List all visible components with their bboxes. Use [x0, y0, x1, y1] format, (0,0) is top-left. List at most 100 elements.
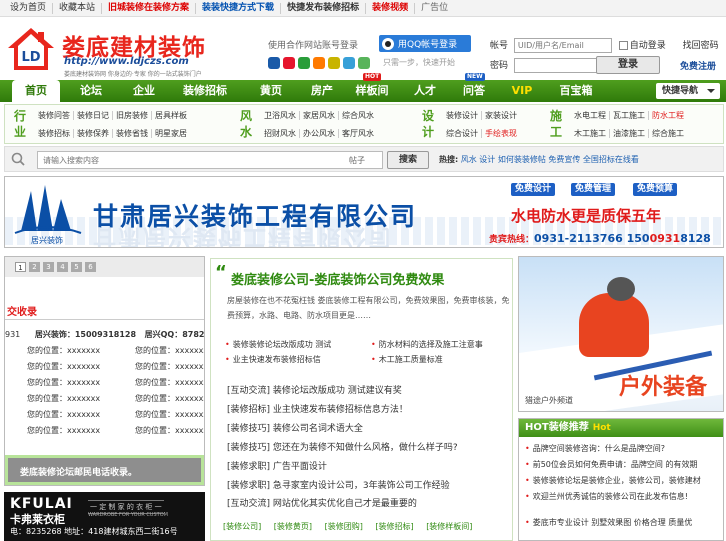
hot-recommend-item[interactable]: 前50位会员如何免费申请：品牌空间 的有效期 — [525, 459, 698, 470]
category-link[interactable]: 家装设计 — [482, 111, 520, 120]
category-link[interactable]: 综合施工 — [649, 129, 687, 138]
hot-recommend-item[interactable]: 娄底市专业设计 别墅效果图 价格合理 质量优 — [525, 517, 693, 528]
category-link[interactable]: 水电工程 — [571, 111, 610, 120]
headline-bullet[interactable]: 木工施工质量标准 — [371, 354, 443, 365]
category-link[interactable]: 装修保养 — [74, 129, 113, 138]
slider-page[interactable]: 3 — [43, 262, 54, 272]
nav-item-realestate[interactable]: 房产 — [298, 80, 346, 102]
category-link[interactable]: 旧房装修 — [113, 111, 152, 120]
slider-page[interactable]: 5 — [71, 262, 82, 272]
search-scope-select[interactable]: 帖子 — [349, 155, 365, 166]
category-links: 装修设计 家装设计 综合设计 手绘表现 — [443, 107, 520, 143]
register-link[interactable]: 免费注册 — [680, 59, 716, 72]
qzone-icon[interactable] — [343, 57, 355, 69]
site-logo[interactable]: LD 娄底建材装饰 http://www.ldjczs.com 娄底建材装饰网 … — [6, 26, 216, 78]
account-label: 帐号 — [490, 41, 509, 51]
hot-recommend-item[interactable]: 装修装修论坛是装修企业，装修公司，装修建材 — [525, 475, 701, 486]
category-link[interactable]: 防水工程 — [649, 111, 687, 120]
tag-link[interactable]: [装修招标] — [375, 522, 413, 531]
nav-item-showroom[interactable]: HOT 样板间 — [346, 73, 398, 102]
category-link[interactable]: 办公风水 — [300, 129, 339, 138]
topbar-promo-link-3[interactable]: 快捷发布装修招标 — [281, 2, 367, 14]
quick-nav-dropdown[interactable]: 快捷导航 — [656, 83, 720, 99]
account-input[interactable] — [513, 38, 612, 53]
slider-caption[interactable]: 娄底装修论坛邮民电话收录。 — [5, 455, 204, 485]
slider-page[interactable]: 4 — [57, 262, 68, 272]
news-item[interactable]: [互动交流] 网站优化其实优化自己才是最重要的 — [227, 496, 417, 509]
company-banner-ad[interactable]: 居兴装饰 甘肃居兴装饰工程有限公司 甘肃居兴装饰工程有限公司 免费设计 免费管理… — [4, 176, 724, 248]
category-link[interactable]: 综合风水 — [339, 111, 377, 120]
category-link[interactable]: 客厅风水 — [339, 129, 377, 138]
news-item[interactable]: [装修招标] 业主快速发布装修招标信息方法！ — [227, 402, 408, 415]
tag-link[interactable]: [装修黄页] — [274, 522, 312, 531]
qq-login-label: 用QQ帐号登录 — [398, 40, 458, 50]
news-item[interactable]: [装修技巧] 您还在为装修不知做什么风格，做什么样子吗? — [227, 440, 458, 453]
nav-item-vip[interactable]: VIP — [496, 80, 548, 102]
headline-title[interactable]: 娄底装修公司-娄底装饰公司免费效果 — [231, 269, 444, 288]
topbar-promo-link-2[interactable]: 装装快捷方式下载 — [196, 2, 282, 14]
weibo-icon[interactable] — [283, 57, 295, 69]
search-input[interactable] — [37, 151, 383, 169]
category-link[interactable]: 装修省钱 — [113, 129, 152, 138]
nav-item-home[interactable]: 首页 — [12, 80, 60, 102]
outdoor-gear-ad[interactable]: 户外装备 猎途户外频道 — [518, 256, 724, 412]
category-link[interactable]: 装修日记 — [74, 111, 113, 120]
topbar-ad-link[interactable]: 广告位 — [415, 3, 454, 14]
hot-recommend-item[interactable]: 欢迎兰州优秀诚信的装修公司在此发布信息! — [525, 491, 688, 502]
nav-item-yellowpages[interactable]: 黄页 — [244, 80, 298, 102]
nav-item-forum[interactable]: 论坛 — [60, 80, 122, 102]
forgot-password-link[interactable]: 找回密码 — [683, 41, 719, 51]
news-item[interactable]: [装修技巧] 装修公司名词术语大全 — [227, 421, 363, 434]
renren-icon[interactable] — [268, 57, 280, 69]
category-link[interactable]: 装修招标 — [35, 129, 74, 138]
hot-search-terms[interactable]: 风水 设计 如何装装修帖 免费宣传 全国招标在线看 — [461, 155, 639, 164]
taobao-icon[interactable] — [313, 57, 325, 69]
category-link[interactable]: 瓦工施工 — [610, 111, 649, 120]
search-bar: 帖子 搜索 热搜: 风水 设计 如何装装修帖 免费宣传 全国招标在线看 — [4, 146, 724, 172]
bookmark-link[interactable]: 收藏本站 — [53, 2, 103, 14]
headline-bullet[interactable]: 装修装修论坛改版成功 测试 — [225, 339, 332, 350]
nav-item-tender[interactable]: 装修招标 — [166, 80, 244, 102]
slider-page[interactable]: 1 — [15, 262, 26, 272]
news-item[interactable]: [互动交流] 装修论坛改版成功 测试建议有奖 — [227, 383, 402, 396]
nav-item-toolbox[interactable]: 百宝箱 — [548, 80, 604, 102]
nav-item-talent[interactable]: 人才 — [398, 80, 452, 102]
category-link[interactable]: 卫浴风水 — [261, 111, 300, 120]
slider-page[interactable]: 6 — [85, 262, 96, 272]
category-link[interactable]: 装修设计 — [443, 111, 482, 120]
set-homepage-link[interactable]: 设为首页 — [4, 2, 54, 14]
logo-url: http://www.ldjczs.com — [64, 56, 189, 67]
search-button[interactable]: 搜索 — [387, 151, 429, 169]
wardrobe-ad[interactable]: KFULAI 卡弗莱衣柜 一 定 制 家 的 衣 柜 一 WARDROBE FO… — [4, 492, 205, 541]
news-item[interactable]: [装修求职] 广告平面设计 — [227, 459, 327, 472]
qq-login-button[interactable]: 用QQ帐号登录 — [379, 35, 471, 52]
nav-item-qa[interactable]: NEW 问答 — [452, 73, 496, 102]
category-link[interactable]: 手绘表现 — [482, 129, 520, 138]
headline-bullet[interactable]: 业主快速发布装修招标信 — [225, 354, 321, 365]
kaixin-icon[interactable] — [328, 57, 340, 69]
tag-link[interactable]: [装修团购] — [325, 522, 363, 531]
location-text: 您的位置：xxxxxxx — [27, 378, 101, 387]
slider-page[interactable]: 2 — [29, 262, 40, 272]
headline-bullet[interactable]: 防水材料的选择及施工注意事 — [371, 339, 483, 350]
login-button[interactable]: 登录 — [596, 56, 660, 74]
hot-recommend-item[interactable]: 品牌空间装修咨询：什么是品牌空间? — [525, 443, 665, 454]
douban-icon[interactable] — [298, 57, 310, 69]
topbar-video-link[interactable]: 装修视频 — [366, 2, 416, 14]
nav-item-company[interactable]: 企业 — [122, 80, 166, 102]
category-link[interactable]: 招财风水 — [261, 129, 300, 138]
category-link[interactable]: 家居风水 — [300, 111, 339, 120]
category-link[interactable]: 木工施工 — [571, 129, 610, 138]
category-link[interactable]: 明星家居 — [152, 129, 190, 138]
tag-link[interactable]: [装修公司] — [223, 522, 261, 531]
category-link[interactable]: 装修问答 — [35, 111, 74, 120]
category-link[interactable]: 油漆施工 — [610, 129, 649, 138]
news-item[interactable]: [装修求职] 急寻家室内设计公司，3年装饰公司工作经验 — [227, 478, 450, 491]
category-link[interactable]: 综合设计 — [443, 129, 482, 138]
category-link[interactable]: 居具样板 — [152, 111, 190, 120]
topbar-promo-link-1[interactable]: 旧城装修在装修方案 — [102, 2, 197, 14]
more-icon[interactable] — [358, 57, 370, 69]
tag-link[interactable]: [装修样板间] — [426, 522, 472, 531]
auto-login-checkbox[interactable] — [618, 41, 628, 50]
contact-row-name: 居兴装饰：15009318128 — [34, 330, 137, 339]
